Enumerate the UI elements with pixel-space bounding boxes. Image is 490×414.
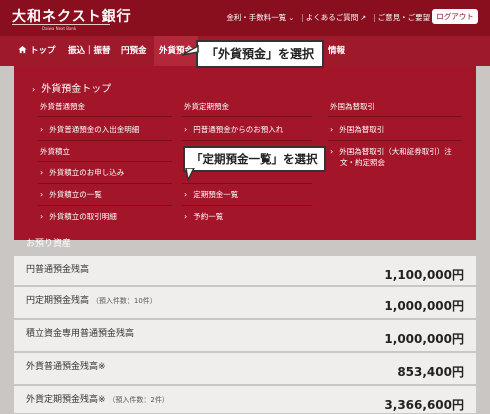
utility-links: 金利・手数料一覧 ⌄ | よくあるご質問 ↗ | ご意見・ご要望 ↗ bbox=[226, 12, 438, 23]
chevron-right-icon: › bbox=[330, 125, 334, 134]
bank-logo-subtitle: Daiwa Next Bank bbox=[42, 26, 77, 31]
feedback-link[interactable]: | ご意見・ご要望 ↗ bbox=[370, 12, 438, 23]
balance-label-text: 積立資金専用普通預金残高 bbox=[26, 329, 135, 339]
menu-link-label: 外貨積立のお申し込み bbox=[49, 168, 125, 177]
balance-label: 円普通預金残高 bbox=[26, 262, 89, 275]
menu-link-fx-daiwa-securities-cont[interactable]: 文・約定照会 bbox=[340, 157, 385, 168]
balance-row: 外貨普通預金残高※ 853,400円 bbox=[14, 353, 476, 385]
chevron-right-icon: › bbox=[184, 125, 188, 134]
separator: | bbox=[373, 13, 376, 22]
divider bbox=[38, 205, 172, 206]
chevron-right-icon: › bbox=[40, 168, 44, 177]
menu-link-label: 外国為替取引（大和証券取引）注 bbox=[339, 147, 452, 156]
divider bbox=[182, 140, 312, 141]
separator: | bbox=[301, 13, 304, 22]
chevron-right-icon: › bbox=[184, 190, 188, 199]
menu-link-label: 外国為替取引 bbox=[339, 125, 385, 134]
chevron-right-icon: › bbox=[32, 85, 36, 94]
col-heading-foreign-time: 外貨定期預金 bbox=[184, 102, 229, 111]
menu-link-accumulation-list[interactable]: › 外貨積立の一覧 bbox=[40, 189, 102, 200]
balance-value: 1,100,000円 bbox=[384, 268, 464, 282]
menu-link-fx-daiwa-securities[interactable]: › 外国為替取引（大和証券取引）注 bbox=[330, 146, 452, 157]
balance-label: 円定期預金残高 （預入件数：10件） bbox=[26, 293, 157, 306]
chevron-right-icon: › bbox=[184, 212, 188, 221]
divider bbox=[38, 161, 172, 162]
menu-top-label: 外貨預金トップ bbox=[41, 84, 112, 95]
feedback-label: ご意見・ご要望 bbox=[377, 13, 431, 22]
logout-button[interactable]: ログアウト bbox=[432, 9, 478, 24]
balance-note: （預入件数：10件） bbox=[91, 297, 157, 305]
nav-item-top[interactable]: トップ bbox=[18, 36, 56, 66]
callout-pointer-icon bbox=[181, 44, 199, 56]
faq-label: よくあるご質問 bbox=[305, 13, 359, 22]
callout-pointer-icon bbox=[185, 168, 195, 182]
balance-label: 外貨定期預金残高※ （預入件数：2件） bbox=[26, 392, 169, 405]
divider bbox=[38, 183, 172, 184]
external-link-icon: ↗ bbox=[360, 13, 367, 22]
divider bbox=[38, 140, 172, 141]
balance-label: 外貨普通預金残高※ bbox=[26, 359, 106, 372]
home-icon bbox=[18, 45, 27, 54]
balance-label-text: 円定期預金残高 bbox=[26, 296, 90, 306]
chevron-right-icon: › bbox=[40, 125, 44, 134]
balance-value: 853,400円 bbox=[397, 365, 464, 379]
site-header: 大和ネクスト銀行 Daiwa Next Bank 金利・手数料一覧 ⌄ | よく… bbox=[0, 0, 490, 36]
menu-link-reservation-list[interactable]: › 予約一覧 bbox=[184, 211, 223, 222]
divider bbox=[182, 183, 312, 184]
nav-item-top-label: トップ bbox=[30, 46, 56, 56]
balance-note: （預入件数：2件） bbox=[108, 396, 169, 404]
chevron-right-icon: › bbox=[40, 190, 44, 199]
col-heading-foreign-ordinary: 外貨普通預金 bbox=[40, 102, 85, 111]
balance-label-text: 円普通預金残高 bbox=[26, 265, 90, 275]
nav-item-transfer[interactable]: 振込｜振替 bbox=[68, 36, 111, 66]
chevron-right-icon: › bbox=[40, 212, 44, 221]
divider bbox=[182, 116, 312, 117]
menu-link-deposit-from-yen[interactable]: › 円普通預金からのお預入れ bbox=[184, 124, 283, 135]
balance-row: 積立資金専用普通預金残高 1,000,000円 bbox=[14, 320, 476, 352]
menu-link-label: 外貨積立の取引明細 bbox=[49, 212, 117, 221]
balance-row: 外貨定期預金残高※ （預入件数：2件） 3,366,600円 bbox=[14, 386, 476, 414]
balance-label-text: 外貨定期預金残高※ bbox=[26, 395, 106, 405]
divider bbox=[38, 116, 172, 117]
logo-underline bbox=[12, 24, 110, 25]
chevron-down-icon: ⌄ bbox=[288, 13, 295, 22]
rates-fees-label: 金利・手数料一覧 bbox=[226, 13, 287, 22]
balance-value: 1,000,000円 bbox=[384, 332, 464, 346]
faq-link[interactable]: | よくあるご質問 ↗ bbox=[298, 12, 366, 23]
balance-label: 積立資金専用普通預金残高 bbox=[26, 326, 134, 339]
menu-top-link[interactable]: › 外貨預金トップ bbox=[32, 80, 111, 95]
menu-link-accumulation-history[interactable]: › 外貨積立の取引明細 bbox=[40, 211, 117, 222]
balance-row: 円定期預金残高 （預入件数：10件） 1,000,000円 bbox=[14, 287, 476, 319]
menu-link-ordinary-history[interactable]: › 外貨普通預金の入出金明細 bbox=[40, 124, 139, 135]
menu-link-label: 円普通預金からのお預入れ bbox=[193, 125, 284, 134]
instruction-callout-select-time-deposit-list: 「定期預金一覧」を選択 bbox=[183, 146, 326, 172]
balance-value: 1,000,000円 bbox=[384, 299, 464, 313]
menu-link-time-deposit-list[interactable]: › 定期預金一覧 bbox=[184, 189, 238, 200]
divider bbox=[328, 140, 462, 141]
menu-link-label: 定期預金一覧 bbox=[193, 190, 239, 199]
nav-item-yen-deposit[interactable]: 円預金 bbox=[121, 36, 147, 66]
menu-link-label: 外貨積立の一覧 bbox=[49, 190, 102, 199]
balance-value: 3,366,600円 bbox=[384, 398, 464, 412]
divider bbox=[328, 116, 462, 117]
nav-item-info[interactable]: 情報 bbox=[328, 36, 345, 66]
menu-link-accumulation-apply[interactable]: › 外貨積立のお申し込み bbox=[40, 167, 124, 178]
col-heading-fx-trading: 外国為替取引 bbox=[330, 102, 375, 111]
instruction-callout-select-foreign-deposit: 「外貨預金」を選択 bbox=[196, 40, 325, 68]
menu-link-fx-trading[interactable]: › 外国為替取引 bbox=[330, 124, 384, 135]
bank-logo[interactable]: 大和ネクスト銀行 bbox=[12, 6, 132, 26]
balances-title: お預り資産 bbox=[26, 239, 72, 249]
balance-label-text: 外貨普通預金残高※ bbox=[26, 362, 106, 372]
chevron-right-icon: › bbox=[330, 147, 334, 156]
balance-row: 円普通預金残高 1,100,000円 bbox=[14, 256, 476, 286]
rates-fees-link[interactable]: 金利・手数料一覧 ⌄ bbox=[226, 12, 294, 23]
col-heading-foreign-accumulation: 外貨積立 bbox=[40, 147, 70, 156]
menu-link-label: 予約一覧 bbox=[193, 212, 224, 221]
menu-link-label: 外貨普通預金の入出金明細 bbox=[49, 125, 140, 134]
divider bbox=[182, 205, 312, 206]
